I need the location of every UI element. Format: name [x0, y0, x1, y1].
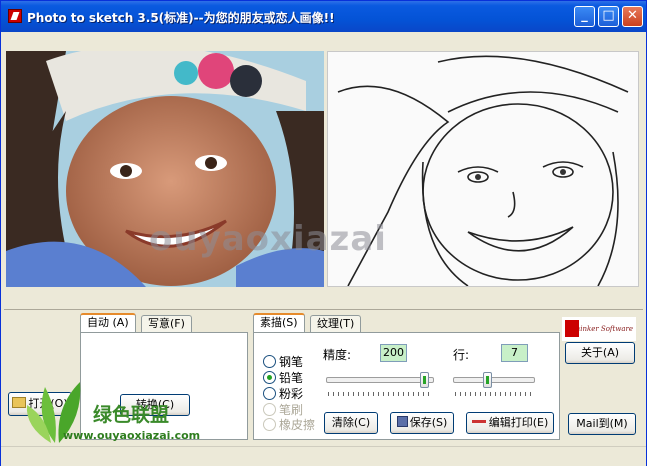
radio-pencil[interactable]: [263, 371, 276, 384]
title-bar[interactable]: Photo to sketch 3.5(标准)--为您的朋友或恋人画像!! _ …: [1, 1, 646, 32]
radio-pen[interactable]: [263, 355, 276, 368]
edit-print-button-label: 编辑打印(E): [488, 416, 549, 429]
save-button[interactable]: 保存(S): [390, 412, 454, 434]
radio-brush: [263, 403, 276, 416]
close-button[interactable]: ✕: [622, 6, 643, 27]
save-button-label: 保存(S): [409, 416, 448, 429]
tab-sketch[interactable]: 素描(S): [253, 313, 305, 333]
style-eraser-label: 橡皮擦: [279, 418, 316, 432]
radio-pastel[interactable]: [263, 387, 276, 400]
row-label: 行:: [453, 348, 470, 362]
about-button[interactable]: 关于(A): [565, 342, 635, 364]
app-window: Photo to sketch 3.5(标准)--为您的朋友或恋人画像!! _ …: [0, 0, 647, 466]
minimize-button[interactable]: _: [574, 6, 595, 27]
style-pen[interactable]: 钢笔: [263, 353, 303, 370]
row-slider-thumb[interactable]: [483, 372, 492, 388]
style-pastel-label: 粉彩: [279, 387, 304, 401]
print-icon: [471, 420, 486, 423]
style-pastel[interactable]: 粉彩: [263, 385, 303, 402]
style-pen-label: 钢笔: [279, 355, 304, 369]
style-pencil[interactable]: 铅笔: [263, 369, 303, 386]
style-pencil-label: 铅笔: [279, 371, 304, 385]
row-slider[interactable]: [453, 377, 535, 383]
precision-slider-thumb[interactable]: [420, 372, 429, 388]
tab-freehand[interactable]: 写意(F): [141, 315, 192, 333]
style-eraser: 橡皮擦: [263, 416, 315, 433]
maximize-button[interactable]: □: [598, 6, 619, 27]
precision-label: 精度:: [323, 348, 352, 362]
app-icon[interactable]: [8, 9, 22, 23]
vendor-logo: Thinker Software: [562, 317, 636, 341]
vendor-logo-icon: [565, 320, 579, 337]
status-bar: [1, 446, 646, 466]
precision-slider-ticks: [328, 392, 432, 396]
precision-value[interactable]: 200: [380, 344, 407, 362]
clear-button[interactable]: 清除(C): [324, 412, 378, 434]
site-brand: 绿色联盟: [93, 404, 170, 426]
precision-slider[interactable]: [326, 377, 434, 383]
radio-eraser: [263, 418, 276, 431]
tab-texture[interactable]: 纹理(T): [310, 315, 362, 333]
tab-auto[interactable]: 自动 (A): [80, 313, 136, 333]
vendor-logo-text: Thinker Software: [571, 325, 633, 333]
save-disk-icon: [396, 416, 408, 427]
style-brush-label: 笔刷: [279, 403, 304, 417]
mail-button[interactable]: Mail到(M): [568, 413, 636, 435]
edit-print-button[interactable]: 编辑打印(E): [466, 412, 554, 434]
row-value[interactable]: 7: [501, 344, 528, 362]
window-title: Photo to sketch 3.5(标准)--为您的朋友或恋人画像!!: [27, 11, 335, 25]
site-url: www.ouyaoxiazai.com: [63, 429, 201, 442]
watermark-text: ouyaoxiazai: [149, 219, 387, 259]
row-slider-ticks: [455, 392, 533, 396]
